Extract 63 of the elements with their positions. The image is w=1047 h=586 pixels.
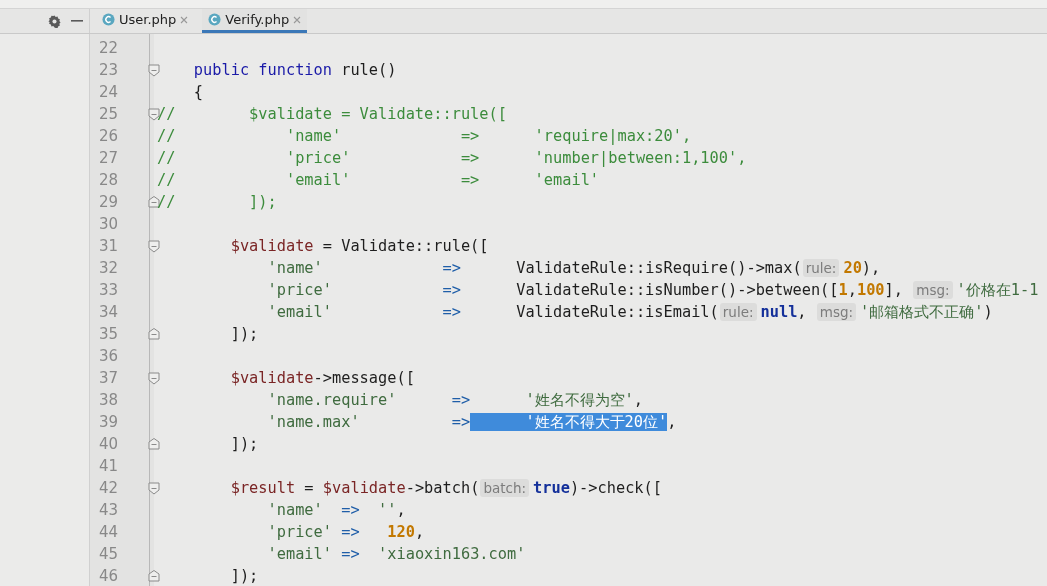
minimize-icon[interactable] (71, 20, 83, 22)
code-line: 'email' => ValidateRule::isEmail( rule: null, msg: '邮箱格式不正确') (266, 302, 993, 323)
class-file-icon (102, 13, 115, 26)
code-line: 'price' => 120, (266, 522, 425, 543)
line-number: 30 (97, 215, 118, 233)
code-line: ]); (229, 566, 259, 586)
line-number: 31 (97, 237, 118, 255)
file-tab[interactable]: Verify.php (202, 9, 308, 33)
code-line: 'email' => 'xiaoxin163.com' (266, 544, 526, 565)
line-number: 28 (97, 171, 118, 189)
code-line: ]); (229, 434, 259, 455)
line-number: 46 (97, 567, 118, 585)
line-number: 42 (97, 479, 118, 497)
code-line: ]); (229, 324, 259, 345)
close-icon[interactable] (293, 15, 302, 24)
code-line: $result = $validate->batch( batch: true)->check([ (229, 478, 662, 499)
line-number: 24 (97, 83, 118, 101)
line-number: 39 (97, 413, 118, 431)
code-line: 'name.max' => '姓名不得大于20位', (266, 412, 677, 433)
code-line: // $validate = Validate::rule([ (157, 104, 507, 125)
line-number: 41 (97, 457, 118, 475)
code-line: $validate->message([ (229, 368, 415, 389)
fold-marker-icon[interactable] (148, 327, 160, 341)
code-line: // 'name' => 'require|max:20', (157, 126, 692, 147)
class-file-icon (208, 13, 222, 26)
line-number: 40 (97, 435, 118, 453)
line-number: 44 (97, 523, 118, 541)
fold-marker-icon[interactable] (148, 239, 160, 253)
fold-marker-icon[interactable] (148, 481, 160, 495)
code-line: public function rule() (192, 60, 397, 81)
code-line: 'name' => ValidateRule::isRequire()->max( rule: 20), (266, 258, 881, 279)
fold-marker-icon[interactable] (148, 195, 160, 209)
line-number: 27 (97, 149, 118, 167)
line-number: 26 (97, 127, 118, 145)
line-number: 38 (97, 391, 118, 409)
fold-marker-icon[interactable] (148, 107, 160, 121)
line-number: 37 (97, 369, 118, 387)
code-line: 'name.require' => '姓名不得为空', (266, 390, 644, 411)
code-line: { (192, 82, 204, 103)
line-number: 23 (97, 61, 118, 79)
line-number: 29 (97, 193, 118, 211)
close-icon[interactable] (180, 15, 189, 24)
line-number: 22 (97, 39, 118, 57)
fold-marker-icon[interactable] (148, 63, 160, 77)
line-number: 33 (97, 281, 118, 299)
fold-marker-icon[interactable] (148, 569, 160, 583)
code-line: // 'email' => 'email' (157, 170, 600, 191)
line-number: 45 (97, 545, 118, 563)
code-line: 'name' => '', (266, 500, 406, 521)
code-line: 'price' => ValidateRule::isNumber()->between([1,100], msg: '价格在1-1 (266, 280, 1039, 301)
line-number: 34 (97, 303, 118, 321)
line-number: 36 (97, 347, 118, 365)
code-line: $validate = Validate::rule([ (229, 236, 489, 257)
line-number: 43 (97, 501, 118, 519)
file-tab[interactable]: User.php (96, 9, 195, 33)
code-line: // ]); (157, 192, 277, 213)
line-number: 32 (97, 259, 118, 277)
line-number: 25 (97, 105, 118, 123)
line-number: 35 (97, 325, 118, 343)
settings-icon[interactable] (48, 14, 61, 28)
fold-marker-icon[interactable] (148, 437, 160, 451)
code-line: // 'price' => 'number|between:1,100', (157, 148, 747, 169)
fold-marker-icon[interactable] (148, 371, 160, 385)
